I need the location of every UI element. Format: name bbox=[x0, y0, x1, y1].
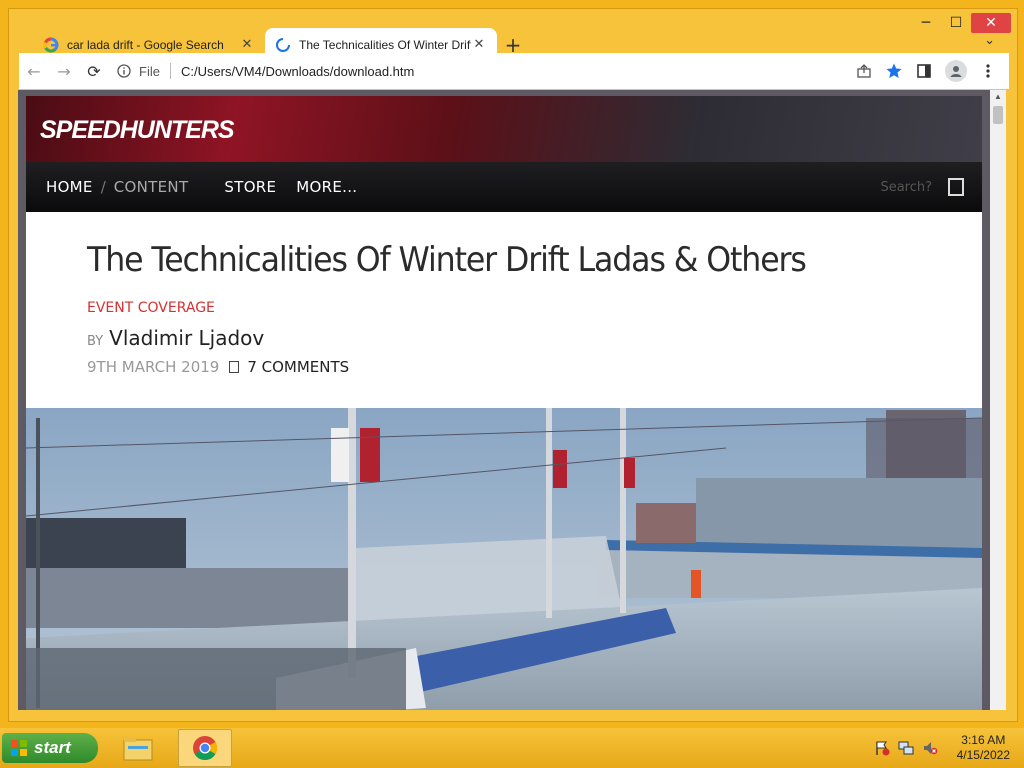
info-icon[interactable] bbox=[115, 62, 133, 80]
network-icon[interactable] bbox=[897, 739, 915, 757]
address-bar[interactable]: File C:/Users/VM4/Downloads/download.htm bbox=[115, 57, 849, 85]
system-tray: 3:16 AM 4/15/2022 bbox=[867, 733, 1010, 763]
minimize-button[interactable]: ─ bbox=[911, 13, 941, 33]
close-window-button[interactable]: ✕ bbox=[971, 13, 1011, 33]
article-byline: BY Vladimir Ljadov bbox=[87, 326, 264, 350]
tab-search-icon[interactable]: ⌄ bbox=[984, 33, 995, 48]
google-icon bbox=[43, 36, 59, 53]
start-label: start bbox=[34, 738, 71, 757]
article-date: 9TH MARCH 2019 bbox=[87, 358, 220, 376]
nav-more[interactable]: MORE... bbox=[296, 178, 357, 196]
site-logo[interactable]: SPEEDHUNTERS bbox=[40, 116, 235, 145]
taskbar: start 3:16 AM 4/15/2022 bbox=[0, 728, 1024, 768]
start-button[interactable]: start bbox=[2, 733, 98, 763]
site-banner: SPEEDHUNTERS bbox=[26, 96, 982, 162]
article-title: The Technicalities Of Winter Drift Ladas… bbox=[87, 240, 807, 280]
page-scrollbar[interactable]: ▲ bbox=[990, 90, 1006, 710]
close-tab-icon[interactable]: ✕ bbox=[471, 37, 487, 52]
nav-content[interactable]: CONTENT bbox=[114, 178, 189, 196]
browser-toolbar: ← → ⟳ File C:/Users/VM4/Downloads/downlo… bbox=[19, 53, 1009, 89]
loading-spinner-icon bbox=[275, 37, 291, 53]
close-tab-icon[interactable]: ✕ bbox=[239, 37, 255, 52]
bookmark-star-icon[interactable] bbox=[879, 56, 909, 86]
url-text[interactable]: C:/Users/VM4/Downloads/download.htm bbox=[181, 64, 414, 79]
scroll-up-icon[interactable]: ▲ bbox=[990, 90, 1006, 104]
side-panel-icon[interactable] bbox=[909, 56, 939, 86]
action-center-flag-icon[interactable] bbox=[873, 739, 891, 757]
chrome-taskbar-icon[interactable] bbox=[178, 729, 232, 767]
profile-avatar-icon[interactable] bbox=[945, 60, 967, 82]
by-label: BY bbox=[87, 334, 104, 349]
reload-icon[interactable]: ⟳ bbox=[79, 56, 109, 86]
maximize-button[interactable]: ☐ bbox=[941, 13, 971, 33]
article-meta: 9TH MARCH 2019 7 COMMENTS bbox=[87, 358, 349, 376]
volume-muted-icon[interactable] bbox=[921, 739, 939, 757]
menu-kebab-icon[interactable] bbox=[973, 56, 1003, 86]
site-nav: HOME / CONTENT STORE MORE... Search? bbox=[26, 162, 982, 212]
scroll-thumb[interactable] bbox=[993, 106, 1003, 124]
windows-flag-icon bbox=[10, 739, 28, 757]
system-clock[interactable]: 3:16 AM 4/15/2022 bbox=[957, 733, 1010, 763]
author-link[interactable]: Vladimir Ljadov bbox=[109, 326, 264, 350]
forward-icon[interactable]: → bbox=[49, 56, 79, 86]
window-controls: ─ ☐ ✕ bbox=[911, 13, 1011, 33]
clock-time: 3:16 AM bbox=[961, 733, 1006, 747]
scheme-label: File bbox=[139, 63, 160, 79]
page-viewport: SPEEDHUNTERS HOME / CONTENT STORE MORE..… bbox=[18, 90, 990, 710]
comments-link[interactable]: 7 COMMENTS bbox=[247, 358, 349, 376]
nav-store[interactable]: STORE bbox=[224, 178, 276, 196]
clock-date: 4/15/2022 bbox=[956, 748, 1010, 762]
site-search-toggle-icon[interactable] bbox=[948, 178, 964, 196]
back-icon[interactable]: ← bbox=[19, 56, 49, 86]
nav-separator: / bbox=[100, 178, 106, 196]
article-category-link[interactable]: EVENT COVERAGE bbox=[87, 300, 215, 316]
nav-home[interactable]: HOME bbox=[46, 178, 93, 196]
hero-image bbox=[26, 408, 982, 710]
tab-title: The Technicalities Of Winter Drift bbox=[299, 37, 471, 52]
site-search-input[interactable]: Search? bbox=[880, 180, 932, 195]
file-explorer-taskbar-icon[interactable] bbox=[112, 730, 164, 766]
divider bbox=[169, 63, 171, 79]
toolbar-right-icons bbox=[849, 56, 1003, 86]
comment-icon bbox=[229, 361, 240, 373]
article-header: The Technicalities Of Winter Drift Ladas… bbox=[26, 212, 982, 408]
tab-title: car lada drift - Google Search bbox=[67, 37, 224, 52]
share-icon[interactable] bbox=[849, 56, 879, 86]
